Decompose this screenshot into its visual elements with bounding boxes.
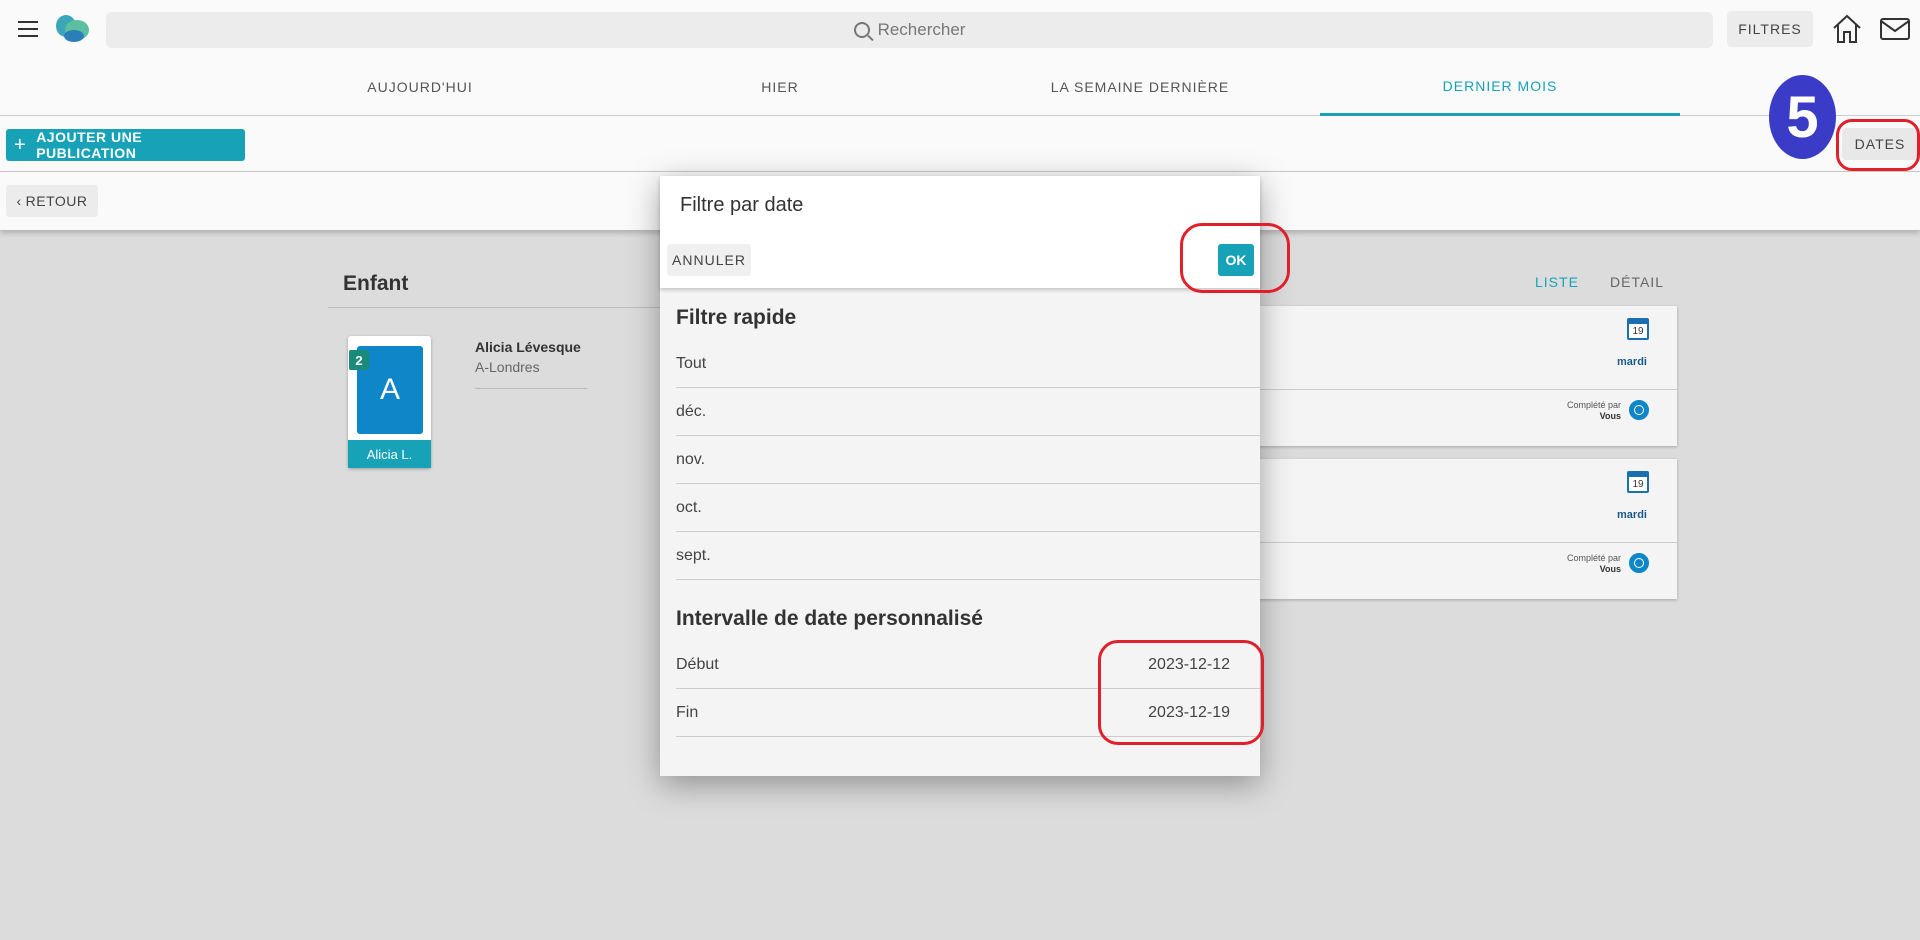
custom-range-title: Intervalle de date personnalisé (676, 607, 983, 630)
ok-highlight-annotation (1180, 223, 1290, 293)
person-name: Alicia Lévesque (475, 339, 581, 355)
top-bar: Rechercher FILTRES (0, 0, 1920, 58)
view-list-button[interactable]: LISTE (1535, 274, 1579, 290)
completed-by-label: Complété par (1566, 553, 1621, 563)
dialog-title: Filtre par date (680, 194, 804, 216)
publication-card[interactable]: 19 mardi Complété par Vous (1259, 459, 1677, 599)
child-card[interactable]: A 2 Alicia L. (348, 336, 431, 468)
user-avatar-icon (1629, 400, 1649, 420)
dialog-header: Filtre par date ANNULER OK (660, 176, 1260, 288)
action-bar: + AJOUTER UNE PUBLICATION (0, 116, 1920, 172)
add-publication-label: AJOUTER UNE PUBLICATION (36, 129, 143, 161)
search-input[interactable]: Rechercher (106, 12, 1713, 48)
quick-filter-item-sept[interactable]: sept. (676, 532, 1260, 580)
app-logo-icon[interactable] (52, 12, 92, 44)
period-tabs: AUJOURD'HUI HIER LA SEMAINE DERNIÈRE DER… (0, 58, 1920, 116)
quick-filter-item-all[interactable]: Tout (676, 340, 1260, 388)
hamburger-menu-icon[interactable] (14, 16, 42, 42)
publication-card-footer: Complété par Vous (1259, 543, 1677, 599)
completed-by-label: Complété par (1566, 400, 1621, 410)
child-short-name: Alicia L. (348, 440, 431, 468)
view-detail-button[interactable]: DÉTAIL (1610, 274, 1664, 290)
quick-filter-item-nov[interactable]: nov. (676, 436, 1260, 484)
dates-highlight-annotation (1836, 119, 1920, 171)
person-divider (475, 388, 587, 389)
publication-card-footer: Complété par Vous (1259, 390, 1677, 446)
completed-by-name: Vous (1599, 564, 1621, 574)
plus-icon: + (14, 133, 27, 156)
completed-by-info: Complété par Vous (1567, 553, 1621, 575)
completed-by-name: Vous (1599, 411, 1621, 421)
add-publication-button[interactable]: + AJOUTER UNE PUBLICATION (6, 129, 245, 161)
mail-icon[interactable] (1878, 12, 1912, 46)
home-icon[interactable] (1830, 12, 1864, 46)
calendar-icon: 19 (1627, 471, 1649, 493)
back-label: RETOUR (25, 193, 88, 209)
completed-by-info: Complété par Vous (1567, 400, 1621, 422)
quick-filter-title: Filtre rapide (676, 306, 797, 329)
calendar-icon: 19 (1627, 318, 1649, 340)
end-date-label: Fin (676, 703, 699, 721)
tab-last-week[interactable]: LA SEMAINE DERNIÈRE (960, 58, 1320, 116)
publication-weekday: mardi (1617, 356, 1647, 368)
publication-card-header: 19 mardi (1259, 459, 1677, 543)
section-title: Enfant (343, 272, 409, 295)
chevron-left-icon: ‹ (16, 193, 22, 209)
tab-yesterday[interactable]: HIER (600, 58, 960, 116)
quick-filter-item-dec[interactable]: déc. (676, 388, 1260, 436)
child-count-badge: 2 (349, 350, 369, 370)
quick-filter-item-oct[interactable]: oct. (676, 484, 1260, 532)
back-button[interactable]: ‹ RETOUR (6, 185, 98, 217)
cancel-button[interactable]: ANNULER (667, 244, 751, 276)
publication-weekday: mardi (1617, 509, 1647, 521)
publication-card-header: 19 mardi (1259, 306, 1677, 390)
step-number-badge: 5 (1769, 75, 1836, 159)
start-date-label: Début (676, 655, 719, 673)
person-location: A-Londres (475, 359, 540, 375)
user-avatar-icon (1629, 553, 1649, 573)
publication-card[interactable]: 19 mardi Complété par Vous (1259, 306, 1677, 446)
tab-today[interactable]: AUJOURD'HUI (240, 58, 600, 116)
search-icon (853, 22, 870, 38)
tab-last-month[interactable]: DERNIER MOIS (1320, 58, 1680, 116)
filters-button[interactable]: FILTRES (1727, 11, 1813, 47)
search-placeholder: Rechercher (877, 20, 966, 39)
date-range-highlight-annotation (1098, 640, 1264, 745)
